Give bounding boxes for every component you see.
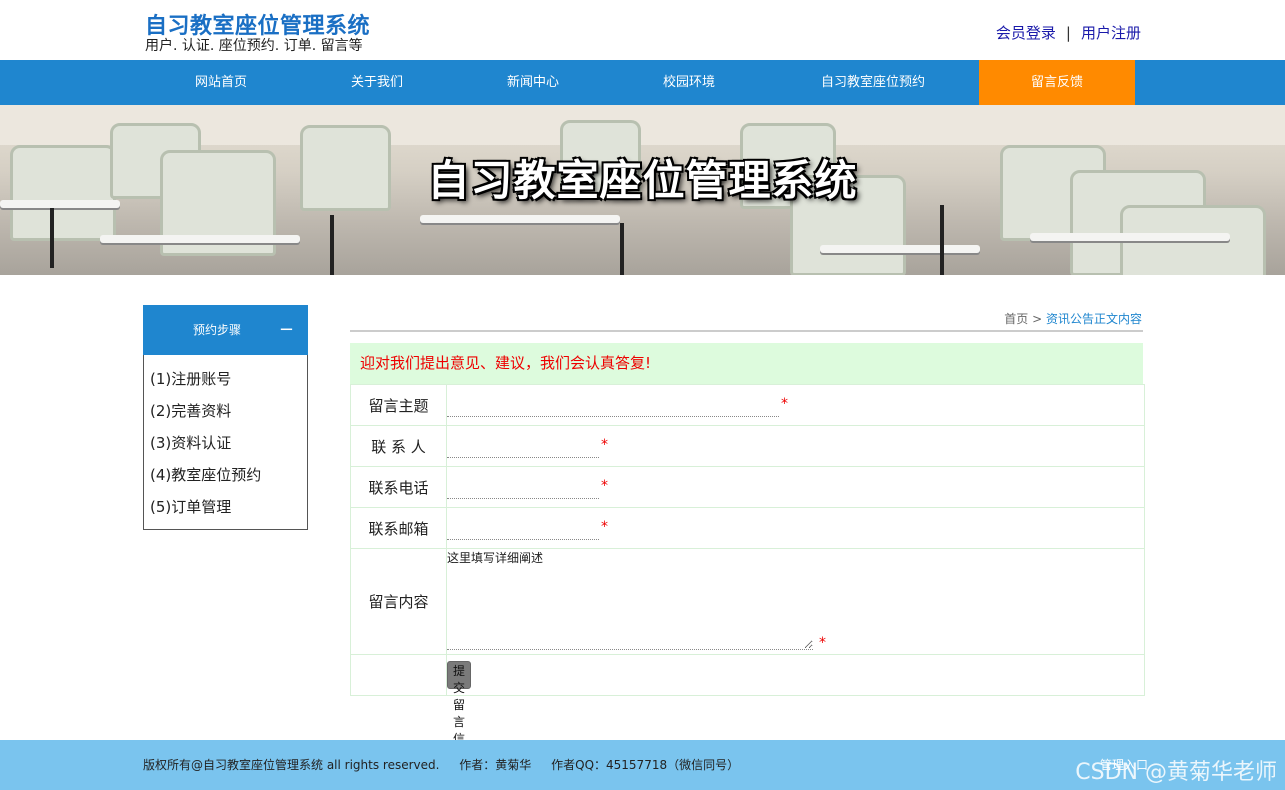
required-mark: *: [601, 478, 608, 494]
email-label: 联系邮箱: [351, 508, 447, 548]
form-row-submit: 提交留言信息: [351, 654, 1144, 763]
breadcrumb-home[interactable]: 首页: [1004, 312, 1028, 326]
nav-about[interactable]: 关于我们: [301, 60, 453, 105]
sidebar-item-verify[interactable]: (3)资料认证: [150, 427, 307, 459]
feedback-form: 留言主题 * 联 系 人 * 联系电话 * 联系邮箱 * 留言内容 这里填写详细…: [350, 384, 1145, 763]
required-mark: *: [601, 437, 608, 453]
form-row-contact: 联 系 人 *: [351, 425, 1144, 466]
site-header: 自习教室座位管理系统 用户. 认证. 座位预约. 订单. 留言等 会员登录 | 用户…: [0, 0, 1285, 60]
register-link[interactable]: 用户注册: [1081, 24, 1141, 42]
banner-image: 自习教室座位管理系统: [0, 105, 1285, 275]
watermark: CSDN @黄菊华老师: [1075, 760, 1277, 785]
login-link[interactable]: 会员登录: [996, 24, 1056, 42]
subject-input[interactable]: [447, 394, 779, 417]
form-row-content: 留言内容 这里填写详细阐述 *: [351, 548, 1144, 654]
nav-news[interactable]: 新闻中心: [457, 60, 609, 105]
sidebar-title: 预约步骤: [193, 323, 242, 337]
footer-copyright: 版权所有@自习教室座位管理系统 all rights reserved.: [143, 758, 440, 772]
breadcrumb: 首页 > 资讯公告正文内容: [1004, 310, 1142, 327]
sidebar-item-orders[interactable]: (5)订单管理: [150, 491, 307, 523]
phone-label: 联系电话: [351, 467, 447, 507]
sidebar-item-profile[interactable]: (2)完善资料: [150, 395, 307, 427]
required-mark: *: [819, 635, 826, 651]
form-row-subject: 留言主题 *: [351, 384, 1144, 425]
collapse-icon[interactable]: −: [279, 305, 294, 355]
auth-separator: |: [1065, 24, 1071, 42]
submit-label-cell: [351, 655, 447, 695]
footer-text: 版权所有@自习教室座位管理系统 all rights reserved. 作者：…: [143, 740, 755, 790]
auth-links: 会员登录 | 用户注册: [996, 22, 1141, 43]
feedback-notice: 迎对我们提出意见、建议，我们会认真答复!: [350, 343, 1143, 384]
contact-input[interactable]: [447, 435, 599, 458]
banner-title: 自习教室座位管理系统: [427, 156, 858, 205]
content-textarea[interactable]: 这里填写详细阐述: [447, 549, 813, 650]
sidebar-item-register[interactable]: (1)注册账号: [150, 363, 307, 395]
form-row-email: 联系邮箱 *: [351, 507, 1144, 548]
notice-text: 迎对我们提出意见、建议，我们会认真答复!: [360, 354, 652, 372]
subject-label: 留言主题: [351, 385, 447, 425]
footer-author: 作者：黄菊华: [459, 758, 532, 772]
phone-input[interactable]: [447, 476, 599, 499]
footer-qq: 作者QQ：45157718（微信同号）: [551, 758, 740, 772]
divider: [350, 330, 1143, 332]
breadcrumb-separator: >: [1032, 312, 1043, 326]
main-nav: 网站首页 关于我们 新闻中心 校园环境 自习教室座位预约 留言反馈: [0, 60, 1285, 105]
submit-button[interactable]: 提交留言信息: [447, 661, 472, 763]
sidebar-list: (1)注册账号 (2)完善资料 (3)资料认证 (4)教室座位预约 (5)订单管…: [143, 355, 308, 530]
nav-seat-booking[interactable]: 自习教室座位预约: [769, 60, 977, 105]
nav-home[interactable]: 网站首页: [145, 60, 297, 105]
email-input[interactable]: [447, 517, 599, 540]
sidebar-header: 预约步骤 −: [143, 305, 308, 355]
site-subtitle: 用户. 认证. 座位预约. 订单. 留言等: [145, 38, 363, 54]
content-label: 留言内容: [351, 549, 447, 654]
contact-label: 联 系 人: [351, 426, 447, 466]
sidebar: 预约步骤 − (1)注册账号 (2)完善资料 (3)资料认证 (4)教室座位预约…: [143, 305, 308, 530]
sidebar-item-booking[interactable]: (4)教室座位预约: [150, 459, 307, 491]
nav-feedback[interactable]: 留言反馈: [979, 60, 1135, 105]
required-mark: *: [601, 519, 608, 535]
breadcrumb-current: 资讯公告正文内容: [1045, 312, 1142, 326]
nav-campus[interactable]: 校园环境: [613, 60, 765, 105]
form-row-phone: 联系电话 *: [351, 466, 1144, 507]
required-mark: *: [781, 396, 788, 412]
